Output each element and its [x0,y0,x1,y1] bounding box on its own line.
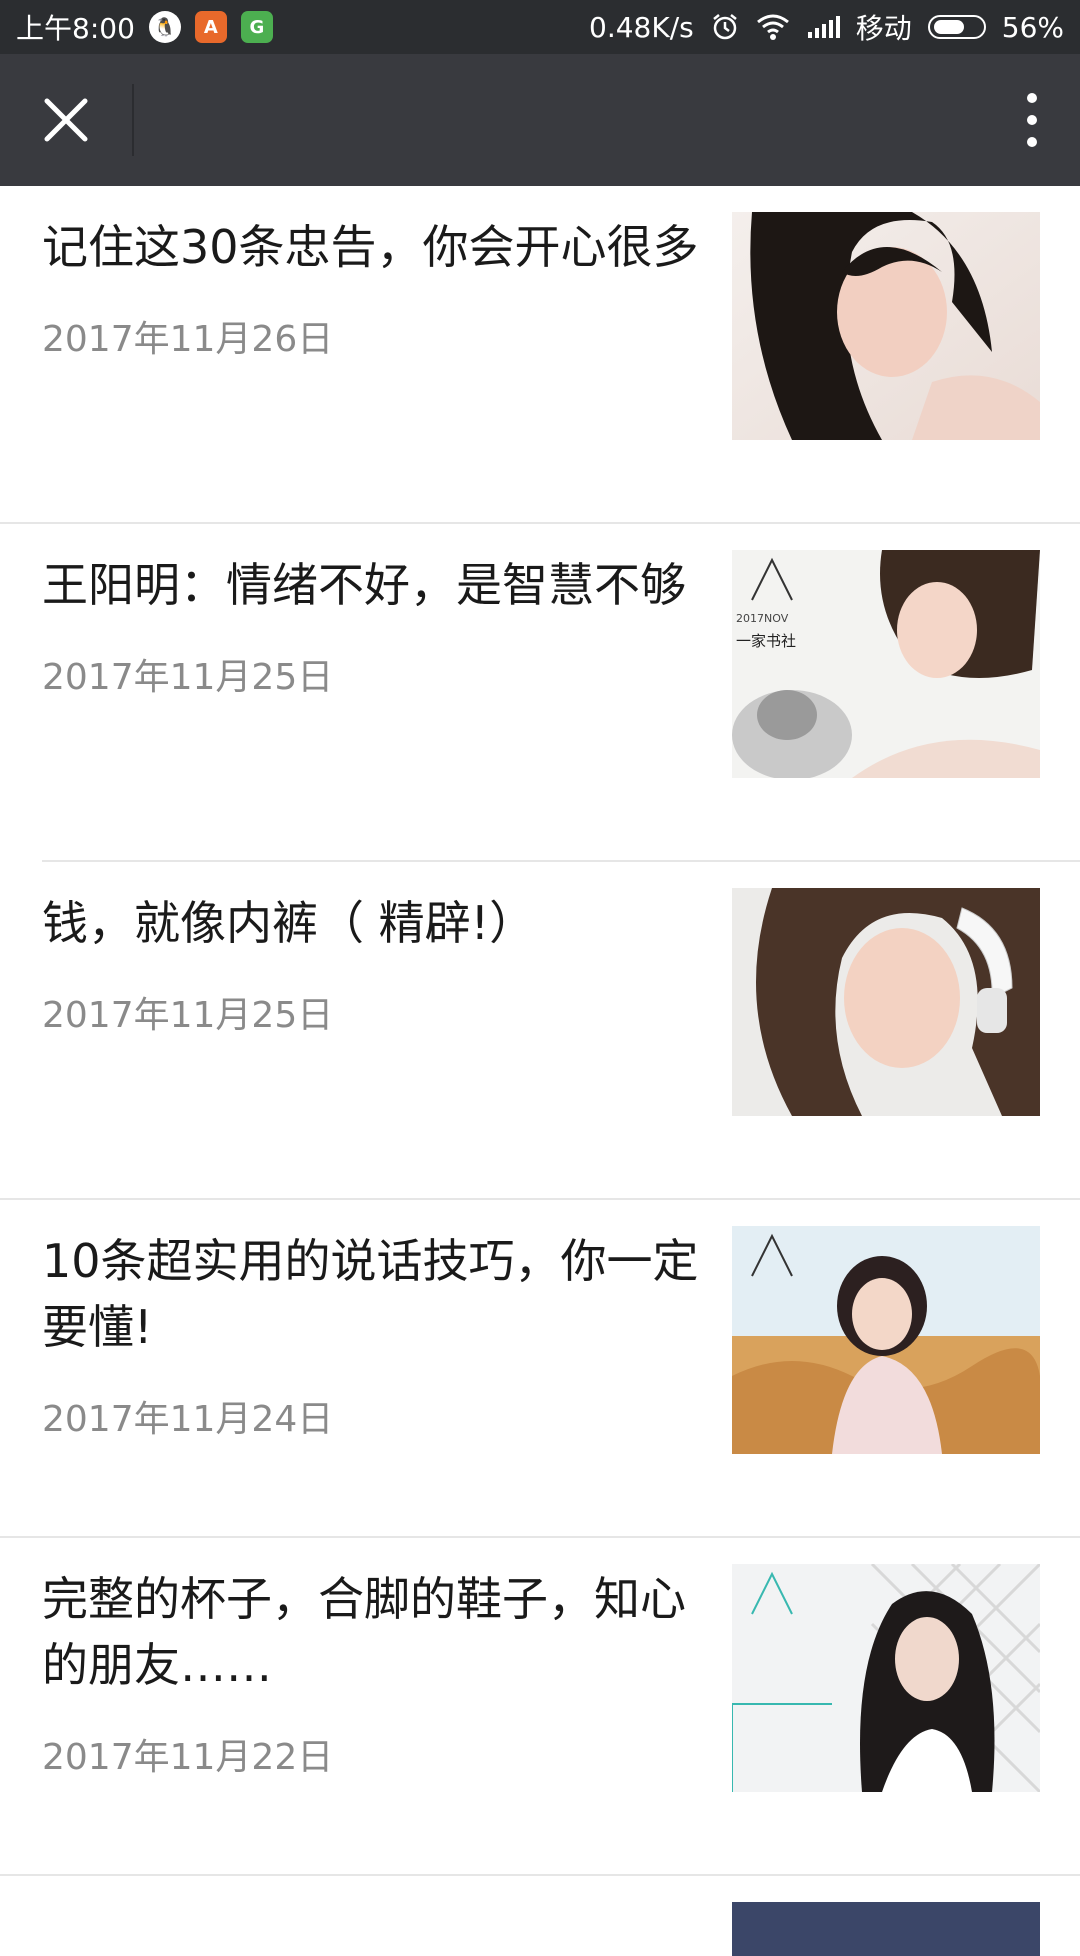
article-date: 2017年11月25日 [42,995,334,1036]
article-thumbnail: 2017NOV 一家书社 [732,550,1040,778]
article-item[interactable]: 完整的杯子，合脚的鞋子，知心的朋友…… 2017年11月22日 [0,1538,1080,1876]
article-item[interactable]: 王阳明：情绪不好，是智慧不够 2017年11月25日 2017NOV 一家书社 [0,524,1080,862]
signal-icon [807,16,840,38]
article-title: 完整的杯子，合脚的鞋子，知心的朋友…… [42,1572,686,1692]
more-options-button[interactable] [984,54,1080,186]
close-icon [44,98,88,142]
article-thumbnail [732,212,1040,440]
article-date: 2017年11月25日 [42,657,334,698]
wifi-icon [756,14,789,40]
article-thumbnail [732,1226,1040,1454]
article-thumbnail [732,888,1040,1116]
android-icon: G [240,11,273,43]
app-notification-icon: A [194,11,227,43]
title-bar [0,54,1080,186]
article-date: 2017年11月26日 [42,319,334,360]
article-item[interactable]: 记住这30条忠告，你会开心很多 2017年11月26日 [0,186,1080,524]
watermark-brand: 一家书社 [736,632,796,650]
qq-icon: 🐧 [148,11,181,43]
carrier-name: 移动 [855,12,912,45]
article-title: 记住这30条忠告，你会开心很多 [42,220,699,274]
battery-percent: 56% [1001,10,1064,44]
article-item[interactable] [0,1876,1080,1956]
article-title: 钱，就像内裤（ 精辟!） [42,896,536,950]
alarm-icon [712,14,737,40]
article-date: 2017年11月24日 [42,1399,334,1440]
article-thumbnail [732,1564,1040,1792]
battery-icon [927,15,986,39]
title-divider [132,84,134,156]
article-title: 王阳明：情绪不好，是智慧不够 [42,558,686,612]
network-speed: 0.48K/s [589,10,694,44]
more-vertical-icon [1027,93,1037,147]
article-title: 10条超实用的说话技巧，你一定要懂! [42,1234,699,1354]
article-date: 2017年11月22日 [42,1737,334,1778]
article-list: 记住这30条忠告，你会开心很多 2017年11月26日 王阳明：情绪不好，是智慧… [0,186,1080,1956]
watermark-year: 2017NOV [736,612,789,625]
status-bar: 上午8:00 🐧 A G 0.48K/s 移动 56% [0,0,1080,54]
status-time: 上午8:00 [16,12,135,45]
article-item[interactable]: 钱，就像内裤（ 精辟!） 2017年11月25日 [0,862,1080,1200]
close-button[interactable] [0,54,132,186]
article-thumbnail [732,1902,1040,1956]
article-item[interactable]: 10条超实用的说话技巧，你一定要懂! 2017年11月24日 [0,1200,1080,1538]
